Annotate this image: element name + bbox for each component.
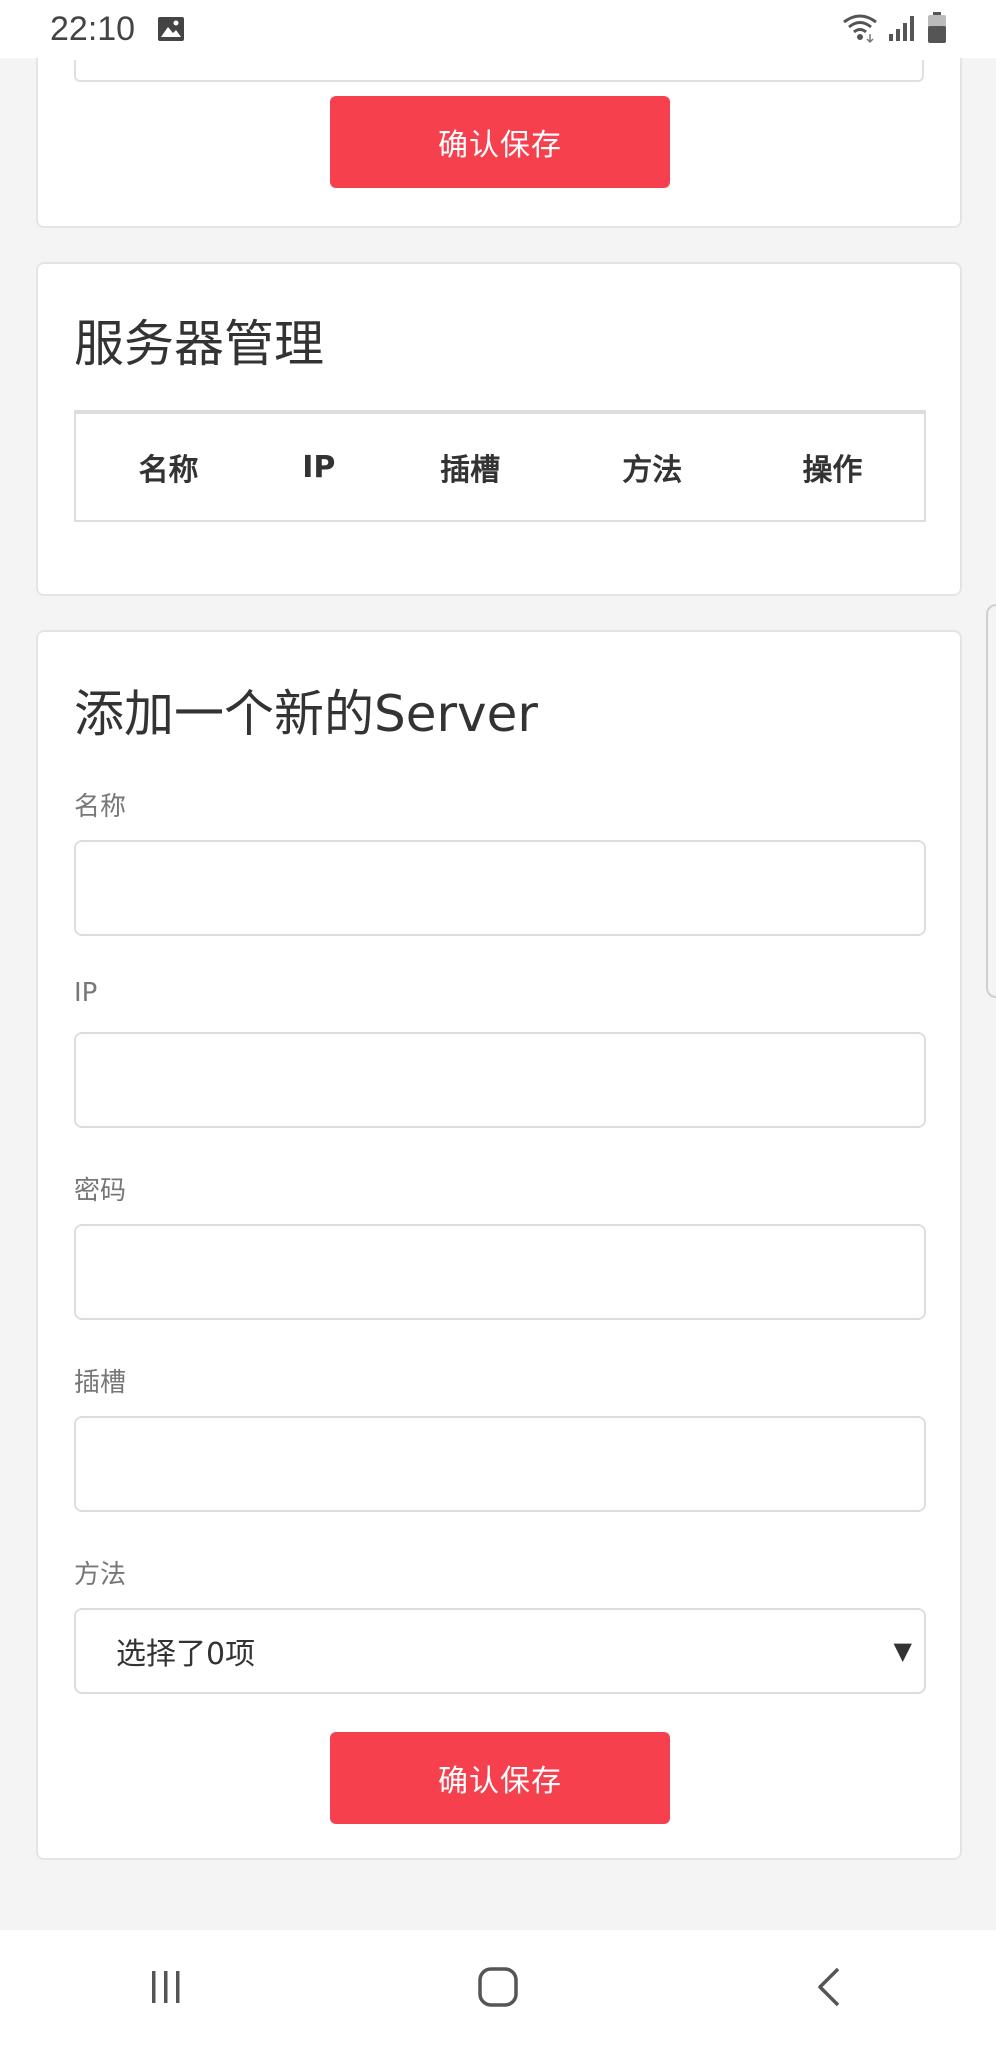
column-header-method: 方法 [622,453,683,488]
column-header-slot: 插槽 [440,453,501,488]
home-button[interactable] [438,1949,558,2029]
navigation-bar [0,1930,996,2048]
column-header-ip: IP [302,449,336,485]
method-select[interactable]: 选择了0项 ▼ [74,1608,926,1694]
edge-panel-handle[interactable] [986,604,996,998]
back-icon [810,1965,850,2013]
name-label: 名称 [74,792,127,822]
status-bar: 22:10 [0,0,996,58]
battery-icon [926,12,948,48]
wifi-icon [840,12,880,48]
add-server-title: 添加一个新的Server [74,685,538,743]
password-input[interactable] [74,1224,926,1320]
back-button[interactable] [770,1949,890,2029]
column-header-actions: 操作 [802,453,863,488]
password-label: 密码 [74,1176,127,1206]
confirm-save-button[interactable]: 确认保存 [330,1732,670,1824]
server-management-title: 服务器管理 [74,315,324,373]
server-table-header: 名称 IP 插槽 方法 操作 [76,414,924,520]
home-icon [476,1965,520,2013]
server-management-card: 服务器管理 名称 IP 插槽 方法 操作 [36,262,962,596]
ip-input[interactable] [74,1032,926,1128]
name-input[interactable] [74,840,926,936]
status-time: 22:10 [50,9,136,48]
gallery-icon [157,16,185,42]
recent-apps-icon [146,1967,186,2011]
method-label: 方法 [74,1560,127,1590]
slot-label: 插槽 [74,1368,127,1398]
ip-label: IP [74,978,98,1008]
confirm-save-button-top[interactable]: 确认保存 [330,96,670,188]
method-selected-value: 选择了0项 [116,1637,256,1672]
previous-input-field[interactable] [74,60,924,82]
slot-input[interactable] [74,1416,926,1512]
add-server-card: 添加一个新的Server 名称 IP 密码 插槽 方法 选择了0项 ▼ 确认保存 [36,630,962,1860]
signal-icon [888,14,918,46]
recent-apps-button[interactable] [106,1949,226,2029]
column-header-name: 名称 [138,453,199,488]
status-icons [840,12,948,48]
dropdown-arrow-icon: ▼ [893,1637,912,1665]
server-table: 名称 IP 插槽 方法 操作 [74,410,926,522]
